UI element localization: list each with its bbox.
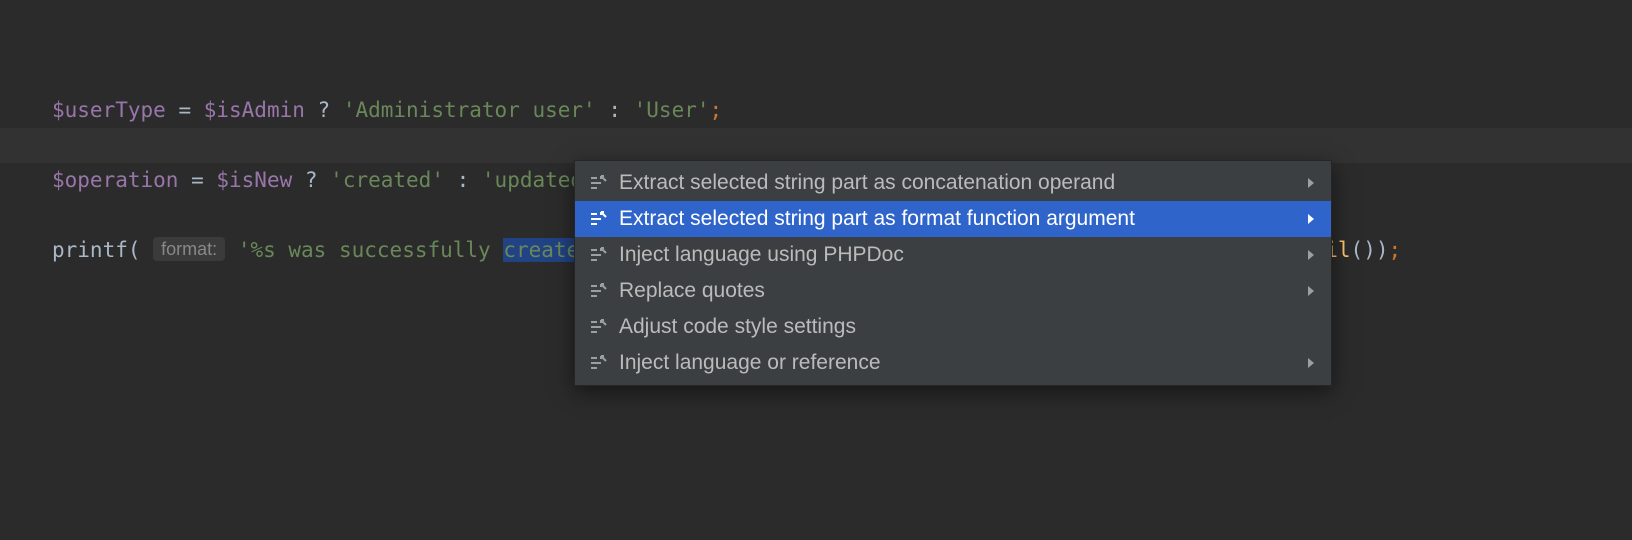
parameter-hint: format:	[153, 237, 225, 261]
code-token: 'created'	[330, 168, 444, 192]
code-token: 'Administrator user'	[343, 98, 596, 122]
code-token: ;	[1388, 238, 1401, 262]
submenu-arrow-icon	[1305, 357, 1317, 369]
submenu-arrow-icon	[1305, 285, 1317, 297]
code-token: ?	[305, 98, 343, 122]
menu-item[interactable]: Inject language or reference	[575, 345, 1331, 381]
menu-item[interactable]: Replace quotes	[575, 273, 1331, 309]
intention-icon	[587, 316, 609, 338]
code-token: '%s was successfully	[238, 238, 504, 262]
code-token: ?	[292, 168, 330, 192]
code-token: =	[166, 98, 204, 122]
code-token: ;	[710, 98, 723, 122]
intention-icon	[587, 172, 609, 194]
code-token: :	[596, 98, 634, 122]
code-token: $operation	[52, 168, 178, 192]
code-token: $isAdmin	[204, 98, 305, 122]
code-token: =	[178, 168, 216, 192]
intention-icon	[587, 244, 609, 266]
intention-icon	[587, 280, 609, 302]
submenu-arrow-icon	[1305, 177, 1317, 189]
code-line-1[interactable]: $userType = $isAdmin ? 'Administrator us…	[52, 93, 1632, 128]
submenu-arrow-icon	[1305, 249, 1317, 261]
menu-item-label: Inject language or reference	[619, 351, 1305, 375]
context-menu: Extract selected string part as concaten…	[574, 160, 1332, 386]
code-token: :	[444, 168, 482, 192]
code-token: printf	[52, 238, 128, 262]
menu-item-label: Extract selected string part as format f…	[619, 207, 1305, 231]
menu-item-label: Replace quotes	[619, 279, 1305, 303]
menu-item[interactable]: Inject language using PHPDoc	[575, 237, 1331, 273]
menu-item[interactable]: Adjust code style settings	[575, 309, 1331, 345]
code-token: $isNew	[216, 168, 292, 192]
menu-item-label: Adjust code style settings	[619, 315, 1305, 339]
code-token: $userType	[52, 98, 166, 122]
submenu-arrow-icon	[1305, 213, 1317, 225]
intention-icon	[587, 352, 609, 374]
menu-item[interactable]: Extract selected string part as format f…	[575, 201, 1331, 237]
menu-item-label: Inject language using PHPDoc	[619, 243, 1305, 267]
intention-icon	[587, 208, 609, 230]
menu-item-label: Extract selected string part as concaten…	[619, 171, 1305, 195]
code-token: ())	[1351, 238, 1389, 262]
code-token: (	[128, 238, 153, 262]
code-token	[225, 238, 238, 262]
code-token: 'User'	[634, 98, 710, 122]
menu-item[interactable]: Extract selected string part as concaten…	[575, 165, 1331, 201]
